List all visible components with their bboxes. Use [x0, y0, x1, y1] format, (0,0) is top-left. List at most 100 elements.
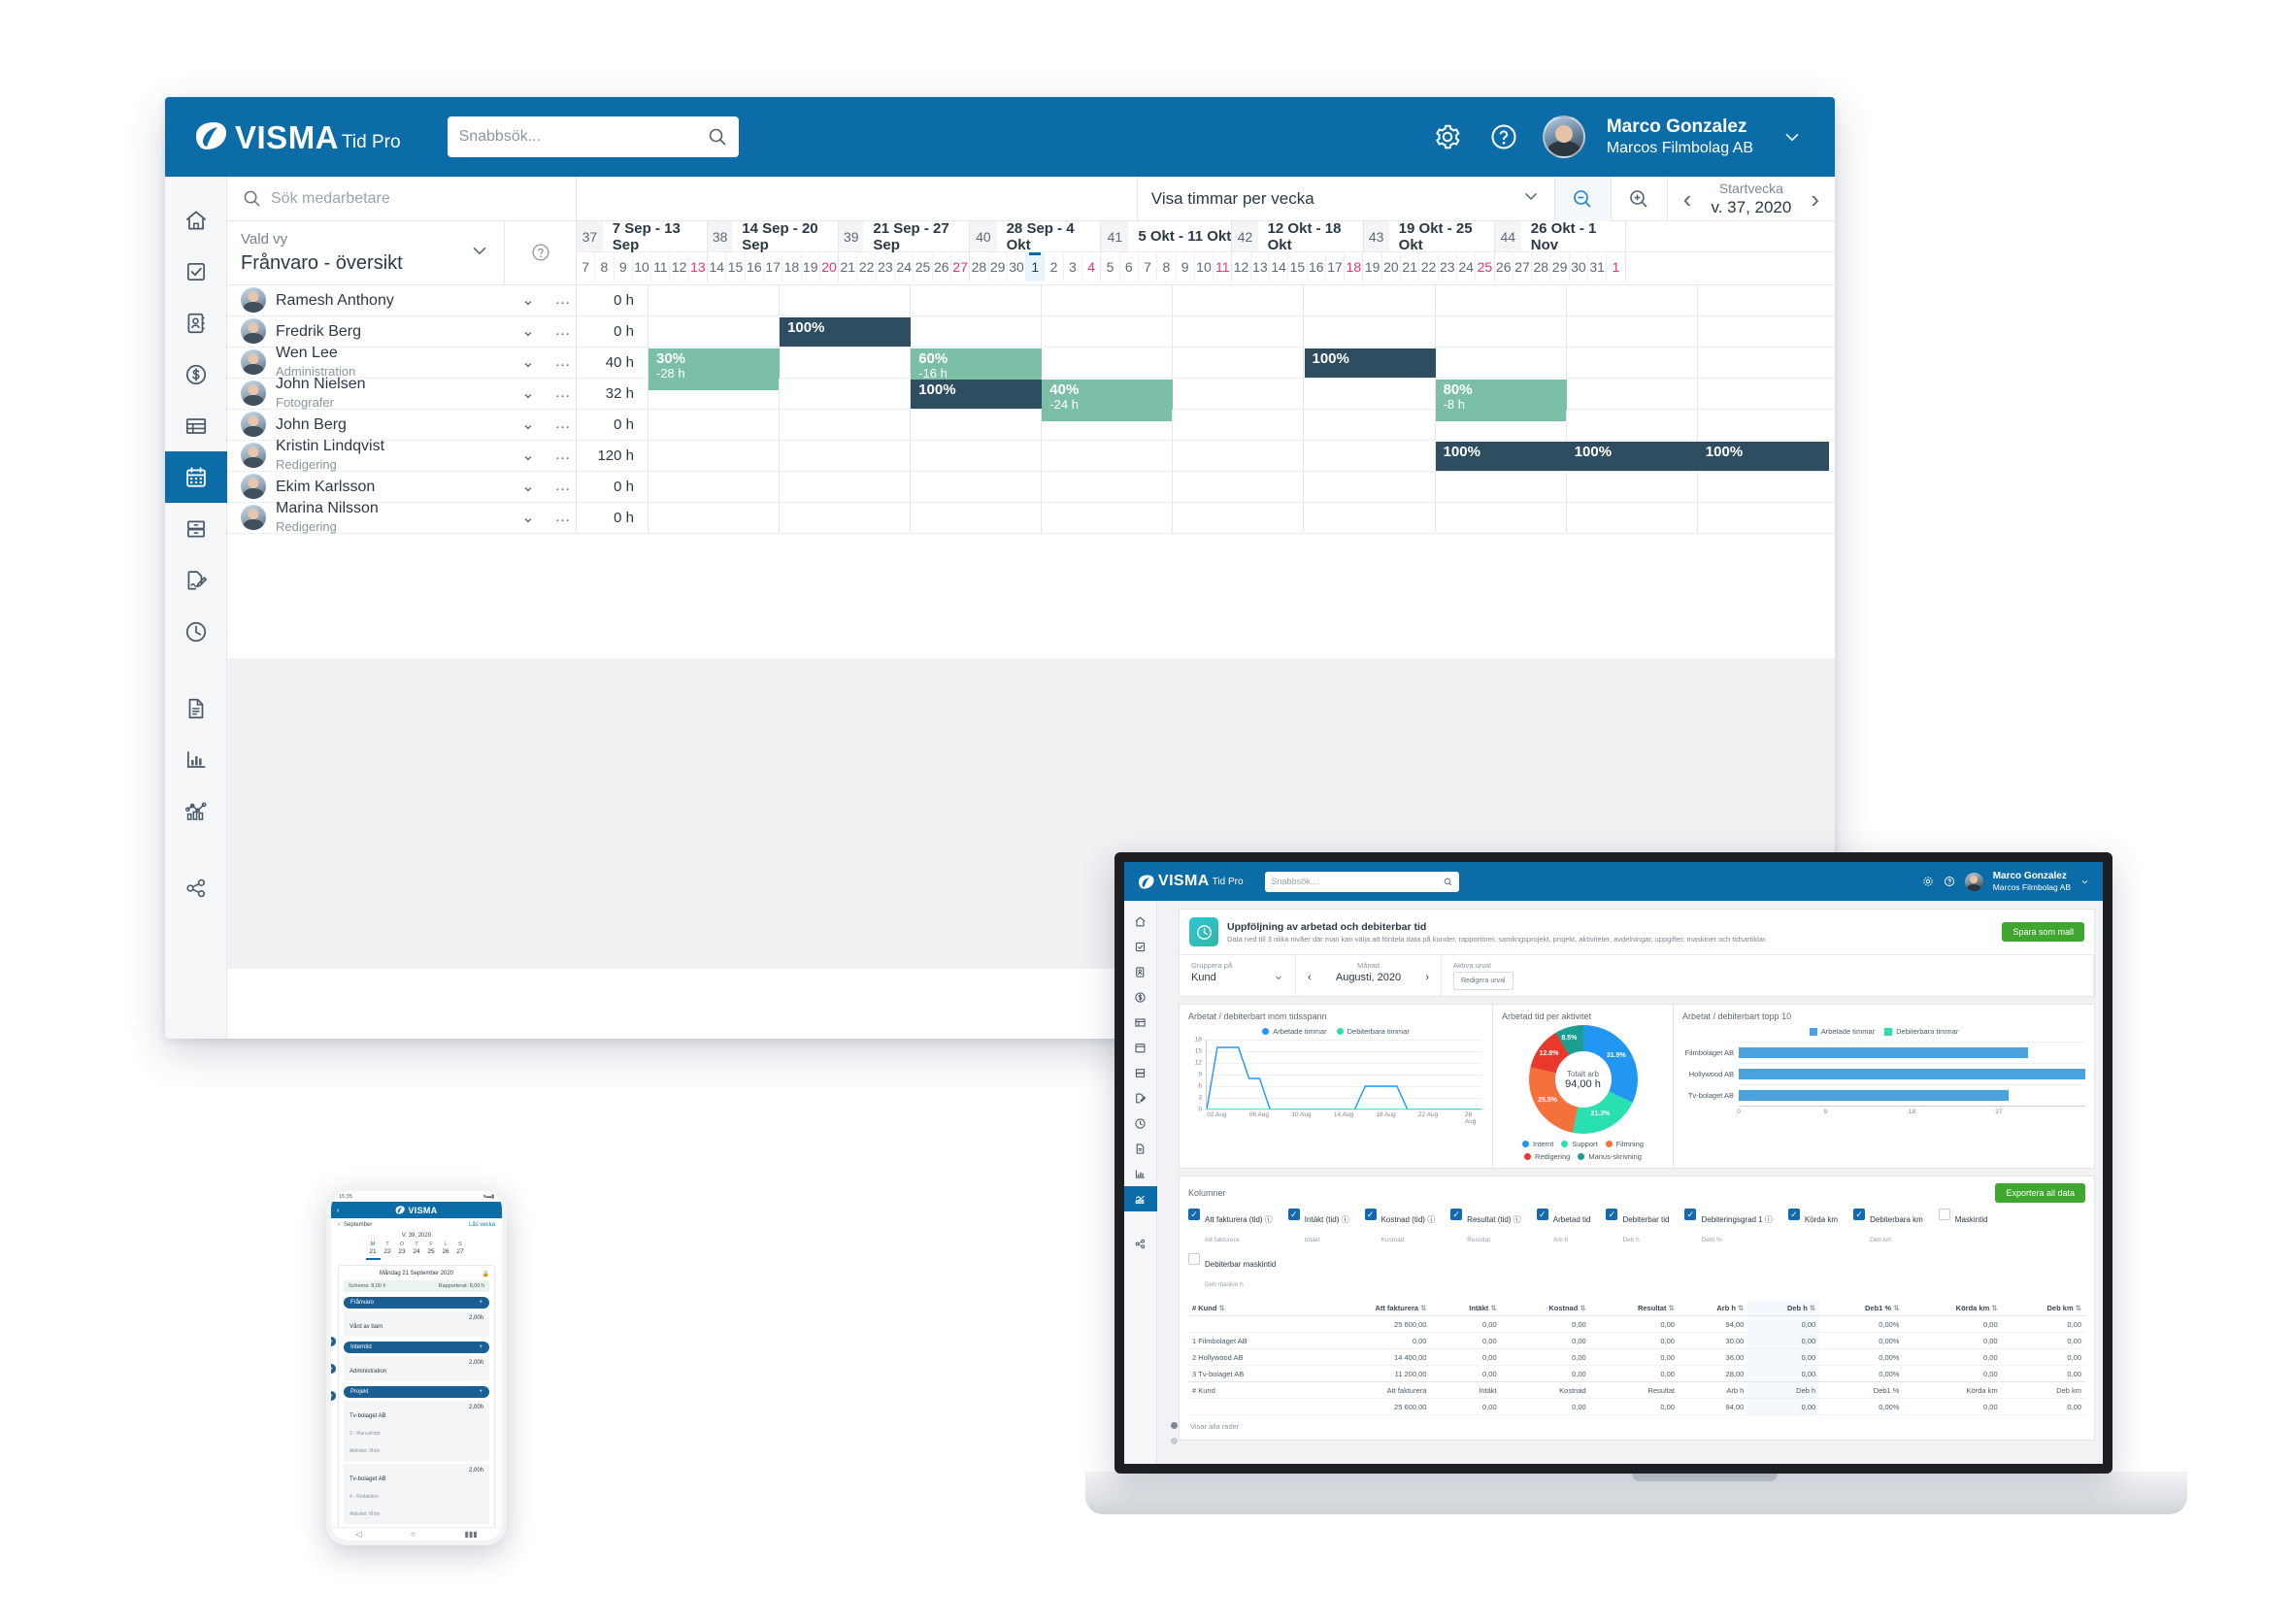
sidebar-item-tasks[interactable]: [1124, 934, 1157, 959]
column-toggle[interactable]: ✓ Resultat (tid) ⓘ Resultat: [1450, 1209, 1521, 1247]
sidebar-item-signing[interactable]: [165, 554, 227, 606]
table-row[interactable]: # Kund Att fakturera Intäkt Kostnad Resultat…: [1188, 1381, 2085, 1399]
checkbox-icon[interactable]: ✓: [1450, 1209, 1463, 1220]
calendar-row[interactable]: [649, 502, 1835, 534]
next-month-button[interactable]: ›: [1425, 972, 1429, 983]
sidebar-item-report[interactable]: [165, 734, 227, 785]
column-toggle[interactable]: ✓ Debiteringsgrad 1 ⓘ Debt %: [1684, 1209, 1773, 1247]
section-header[interactable]: Projekt +: [344, 1386, 489, 1398]
day-tab[interactable]: M 21: [365, 1242, 381, 1260]
expand-button[interactable]: ⌄: [516, 446, 541, 465]
row-menu-button[interactable]: …: [550, 478, 576, 495]
expand-button[interactable]: ⌄: [516, 383, 541, 403]
section-header[interactable]: Frånvaro +: [344, 1297, 489, 1309]
sidebar-item-economy[interactable]: [165, 348, 227, 400]
table-header-cell[interactable]: Intäkt ⇅: [1430, 1300, 1501, 1316]
table-header-cell[interactable]: Deb h ⇅: [1747, 1300, 1820, 1316]
absence-bar[interactable]: 100%: [1566, 441, 1698, 471]
day-cell[interactable]: 12: [1232, 252, 1251, 282]
day-cell[interactable]: 8: [1157, 252, 1177, 282]
expand-button[interactable]: ⌄: [516, 321, 541, 341]
expand-button[interactable]: ⌄: [516, 508, 541, 527]
day-cell[interactable]: 16: [1308, 252, 1326, 282]
display-mode-select[interactable]: Visa timmar per vecka: [1138, 177, 1555, 220]
calendar-row[interactable]: [649, 409, 1835, 441]
back-button[interactable]: ‹: [337, 1206, 340, 1214]
row-menu-button[interactable]: …: [550, 291, 576, 309]
column-toggle[interactable]: ✓ Att fakturera (tid) ⓘ Att fakturera: [1188, 1209, 1273, 1247]
day-cell[interactable]: 1: [1607, 252, 1626, 282]
page-dot[interactable]: [1171, 1438, 1178, 1444]
day-cell[interactable]: 24: [1457, 252, 1477, 282]
table-header-cell[interactable]: Körda km ⇅: [1903, 1300, 2002, 1316]
checkbox-icon[interactable]: ✓: [1606, 1209, 1618, 1220]
employee-row[interactable]: Kristin Lindqvist Redigering ⌄…: [227, 438, 576, 472]
save-template-button[interactable]: Spara som mall: [2002, 922, 2084, 942]
day-cell[interactable]: 14: [1270, 252, 1289, 282]
quick-search[interactable]: [447, 116, 739, 157]
checkbox-icon[interactable]: ✓: [1287, 1209, 1300, 1220]
absence-bar[interactable]: 100%: [911, 379, 1043, 409]
sidebar-item-analytics[interactable]: [1124, 1186, 1157, 1211]
day-cell[interactable]: 10: [633, 252, 652, 282]
day-cell[interactable]: 12: [670, 252, 689, 282]
expand-button[interactable]: ⌄: [516, 414, 541, 434]
absence-bar[interactable]: 100%: [1697, 441, 1829, 471]
settings-button[interactable]: [1430, 119, 1465, 154]
checkbox-icon[interactable]: ✓: [1853, 1209, 1866, 1220]
day-cell[interactable]: 20: [820, 252, 840, 282]
sidebar-item-signing[interactable]: [1124, 1085, 1157, 1110]
side-add-button[interactable]: +: [331, 1337, 336, 1346]
day-cell[interactable]: 18: [1345, 252, 1364, 282]
table-header-cell[interactable]: Deb km ⇅: [2001, 1300, 2085, 1316]
day-cell[interactable]: 6: [1120, 252, 1139, 282]
sidebar-item-contacts[interactable]: [1124, 959, 1157, 984]
lock-icon[interactable]: 🔒: [482, 1271, 489, 1277]
day-tab[interactable]: T 22: [381, 1242, 395, 1260]
chevron-down-icon[interactable]: [469, 240, 490, 266]
day-cell[interactable]: 21: [839, 252, 858, 282]
employee-row[interactable]: Marina Nilsson Redigering ⌄…: [227, 500, 576, 534]
column-toggle[interactable]: ✓ Debiterbar tid Deb h: [1606, 1209, 1669, 1247]
selected-view[interactable]: Vald vy Frånvaro - översikt: [227, 221, 505, 284]
side-add-button[interactable]: +: [331, 1364, 336, 1374]
sidebar-item-table[interactable]: [165, 400, 227, 451]
zoom-out-button[interactable]: [1554, 177, 1612, 221]
prev-month-button[interactable]: ‹: [338, 1222, 340, 1228]
day-cell[interactable]: 9: [615, 252, 633, 282]
day-cell[interactable]: 17: [764, 252, 783, 282]
day-cell[interactable]: 7: [577, 252, 596, 282]
day-tab[interactable]: F 25: [424, 1242, 439, 1260]
add-entry-button[interactable]: +: [479, 1344, 482, 1350]
day-cell[interactable]: 3: [1064, 252, 1083, 282]
expand-button[interactable]: ⌄: [516, 290, 541, 310]
day-cell[interactable]: 7: [1139, 252, 1158, 282]
day-cell[interactable]: 22: [857, 252, 877, 282]
day-cell[interactable]: 23: [1439, 252, 1457, 282]
day-cell[interactable]: 22: [1419, 252, 1439, 282]
day-cell[interactable]: 25: [914, 252, 933, 282]
quick-search-input[interactable]: [458, 128, 708, 146]
calendar-row[interactable]: [649, 471, 1835, 503]
day-cell[interactable]: 14: [708, 252, 727, 282]
sidebar-item-calendar[interactable]: [165, 451, 227, 503]
row-menu-button[interactable]: …: [550, 353, 576, 371]
sidebar-item-time[interactable]: [1124, 1110, 1157, 1136]
table-header-cell[interactable]: Arb h ⇅: [1678, 1300, 1748, 1316]
day-cell[interactable]: 29: [989, 252, 1008, 282]
day-tab[interactable]: S 27: [453, 1242, 468, 1260]
help-button[interactable]: [1486, 119, 1521, 154]
table-header-cell[interactable]: Att fakturera ⇅: [1313, 1300, 1431, 1316]
edit-selection-button[interactable]: Redigera urval: [1453, 972, 1513, 990]
day-cell[interactable]: 28: [1532, 252, 1551, 282]
lock-week-button[interactable]: Lås vecka: [469, 1222, 495, 1228]
table-row[interactable]: 3 Tv-bolaget AB 11 200,00 0,00 0,00 0,00 28,0…: [1188, 1365, 2085, 1382]
day-cell[interactable]: 1: [1026, 252, 1046, 282]
table-header-cell[interactable]: Kostnad ⇅: [1500, 1300, 1590, 1316]
time-entry[interactable]: Tv-bolaget AB 2 - Manuskript Aktivitet: Mö…: [344, 1401, 489, 1461]
employee-row[interactable]: John Berg ⌄…: [227, 410, 576, 441]
day-cell[interactable]: 10: [1195, 252, 1214, 282]
nav-home-icon[interactable]: ○: [411, 1530, 416, 1539]
absence-bar[interactable]: 100%: [780, 316, 912, 347]
user-menu-button[interactable]: [1775, 119, 1810, 154]
